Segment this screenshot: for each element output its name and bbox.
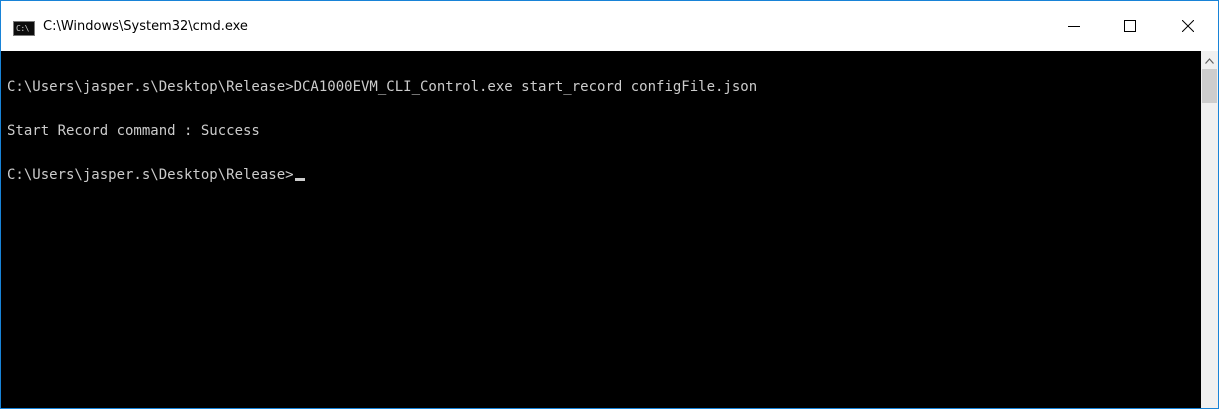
- console-line-command: C:\Users\jasper.s\Desktop\Release>DCA100…: [7, 79, 758, 95]
- vertical-scrollbar[interactable]: [1201, 51, 1218, 408]
- cmd-icon[interactable]: C:\: [13, 21, 35, 36]
- console-output[interactable]: C:\Users\jasper.s\Desktop\Release>DCA100…: [1, 51, 1201, 408]
- window-title: C:\Windows\System32\cmd.exe: [43, 19, 248, 34]
- minimize-button[interactable]: [1051, 1, 1097, 51]
- scroll-up-button[interactable]: [1201, 51, 1218, 68]
- close-button[interactable]: [1165, 1, 1211, 51]
- chevron-up-icon: [1205, 51, 1214, 69]
- cmd-icon-label: C:\: [16, 24, 29, 33]
- maximize-button[interactable]: [1107, 1, 1153, 51]
- title-bar[interactable]: C:\ C:\Windows\System32\cmd.exe: [1, 1, 1218, 51]
- cmd-window: C:\ C:\Windows\System32\cmd.exe C:\Users…: [0, 0, 1219, 409]
- console-line-result: Start Record command : Success: [7, 123, 260, 139]
- close-icon: [1182, 20, 1194, 32]
- console-line-prompt: C:\Users\jasper.s\Desktop\Release>: [7, 165, 305, 185]
- text-cursor: [294, 178, 305, 181]
- prompt-text: C:\Users\jasper.s\Desktop\Release>: [7, 167, 294, 183]
- maximize-icon: [1124, 20, 1136, 32]
- scroll-thumb[interactable]: [1202, 69, 1217, 103]
- minimize-icon: [1068, 20, 1080, 32]
